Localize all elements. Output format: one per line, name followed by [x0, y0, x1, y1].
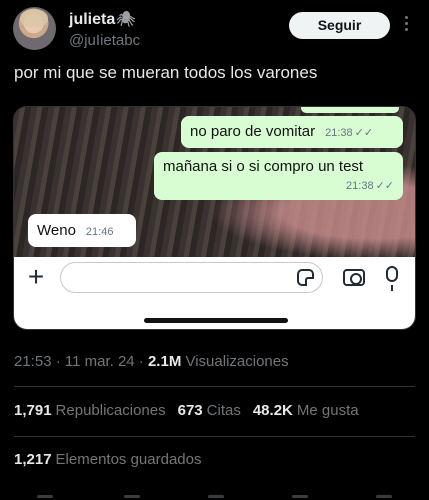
share-icon[interactable]	[376, 495, 392, 498]
quotes-label: Citas	[206, 402, 241, 419]
chat-bubble-partial	[301, 107, 399, 113]
action-bar-partial	[0, 492, 429, 500]
tweet-timestamp-views: 21:53 · 11 mar. 24 · 2.1M Visualizacione…	[14, 353, 289, 370]
microphone-icon[interactable]	[386, 266, 398, 291]
chat-bubble-outgoing: no paro de vomitar 21:38 ✓✓	[181, 116, 403, 148]
chat-input-bar: +	[14, 257, 415, 329]
likes-stat[interactable]: 48.2K Me gusta	[253, 402, 371, 419]
more-options-icon[interactable]	[402, 14, 410, 36]
message-input[interactable]	[60, 262, 323, 293]
bookmarks-label: Elementos guardados	[55, 451, 202, 468]
read-receipt-icon: ✓✓	[354, 127, 374, 139]
views-label: Visualizaciones	[181, 353, 289, 370]
repost-icon[interactable]	[124, 495, 140, 498]
engagement-stats: 1,791 Republicaciones 673 Citas 48.2K Me gust…	[14, 402, 371, 419]
tweet-text: por mi que se mueran todos los varones	[14, 63, 318, 82]
bookmark-icon[interactable]	[292, 495, 308, 498]
message-text: mañana si o si compro un test	[163, 158, 364, 175]
reposts-label: Republicaciones	[55, 402, 166, 419]
sticker-icon[interactable]	[297, 269, 314, 286]
plus-icon[interactable]: +	[24, 263, 48, 291]
views-count: 2.1M	[147, 353, 182, 370]
like-icon[interactable]	[208, 495, 224, 498]
message-text: Weno	[37, 222, 76, 239]
timestamp[interactable]: 21:53 · 11 mar. 24 ·	[14, 353, 148, 370]
reposts-stat[interactable]: 1,791 Republicaciones	[14, 402, 178, 419]
display-name-text: julieta	[69, 11, 116, 28]
divider	[14, 436, 415, 437]
chat-bubble-outgoing: mañana si o si compro un test 21:38 ✓✓	[154, 152, 403, 200]
likes-label: Me gusta	[296, 402, 359, 419]
divider	[14, 386, 415, 387]
avatar[interactable]	[13, 7, 56, 50]
chat-bubble-incoming: Weno 21:46	[28, 214, 136, 247]
read-receipt-icon: ✓✓	[375, 180, 394, 192]
message-time: 21:38	[325, 127, 353, 139]
home-indicator	[144, 318, 288, 323]
display-name[interactable]: julieta🕷	[69, 10, 135, 29]
tweet-media-screenshot[interactable]: no paro de vomitar 21:38 ✓✓ mañana si o si…	[13, 106, 416, 330]
quotes-count: 673	[177, 402, 203, 419]
bookmarks-stat[interactable]: 1,217 Elementos guardados	[14, 451, 213, 468]
quotes-stat[interactable]: 673 Citas	[178, 402, 253, 419]
tweet-header: julieta🕷 @juIietabc Seguir	[0, 0, 429, 60]
message-text: no paro de vomitar	[190, 123, 316, 140]
camera-icon[interactable]	[343, 269, 365, 286]
follow-button[interactable]: Seguir	[289, 12, 390, 39]
message-time: 21:38	[346, 180, 374, 192]
spider-emoji-icon: 🕷	[116, 11, 136, 28]
reposts-count: 1,791	[14, 402, 52, 419]
message-time: 21:46	[85, 226, 114, 238]
bookmarks-count: 1,217	[14, 451, 52, 468]
likes-count: 48.2K	[252, 402, 293, 419]
user-handle[interactable]: @juIietabc	[69, 32, 140, 49]
reply-icon[interactable]	[37, 495, 53, 498]
